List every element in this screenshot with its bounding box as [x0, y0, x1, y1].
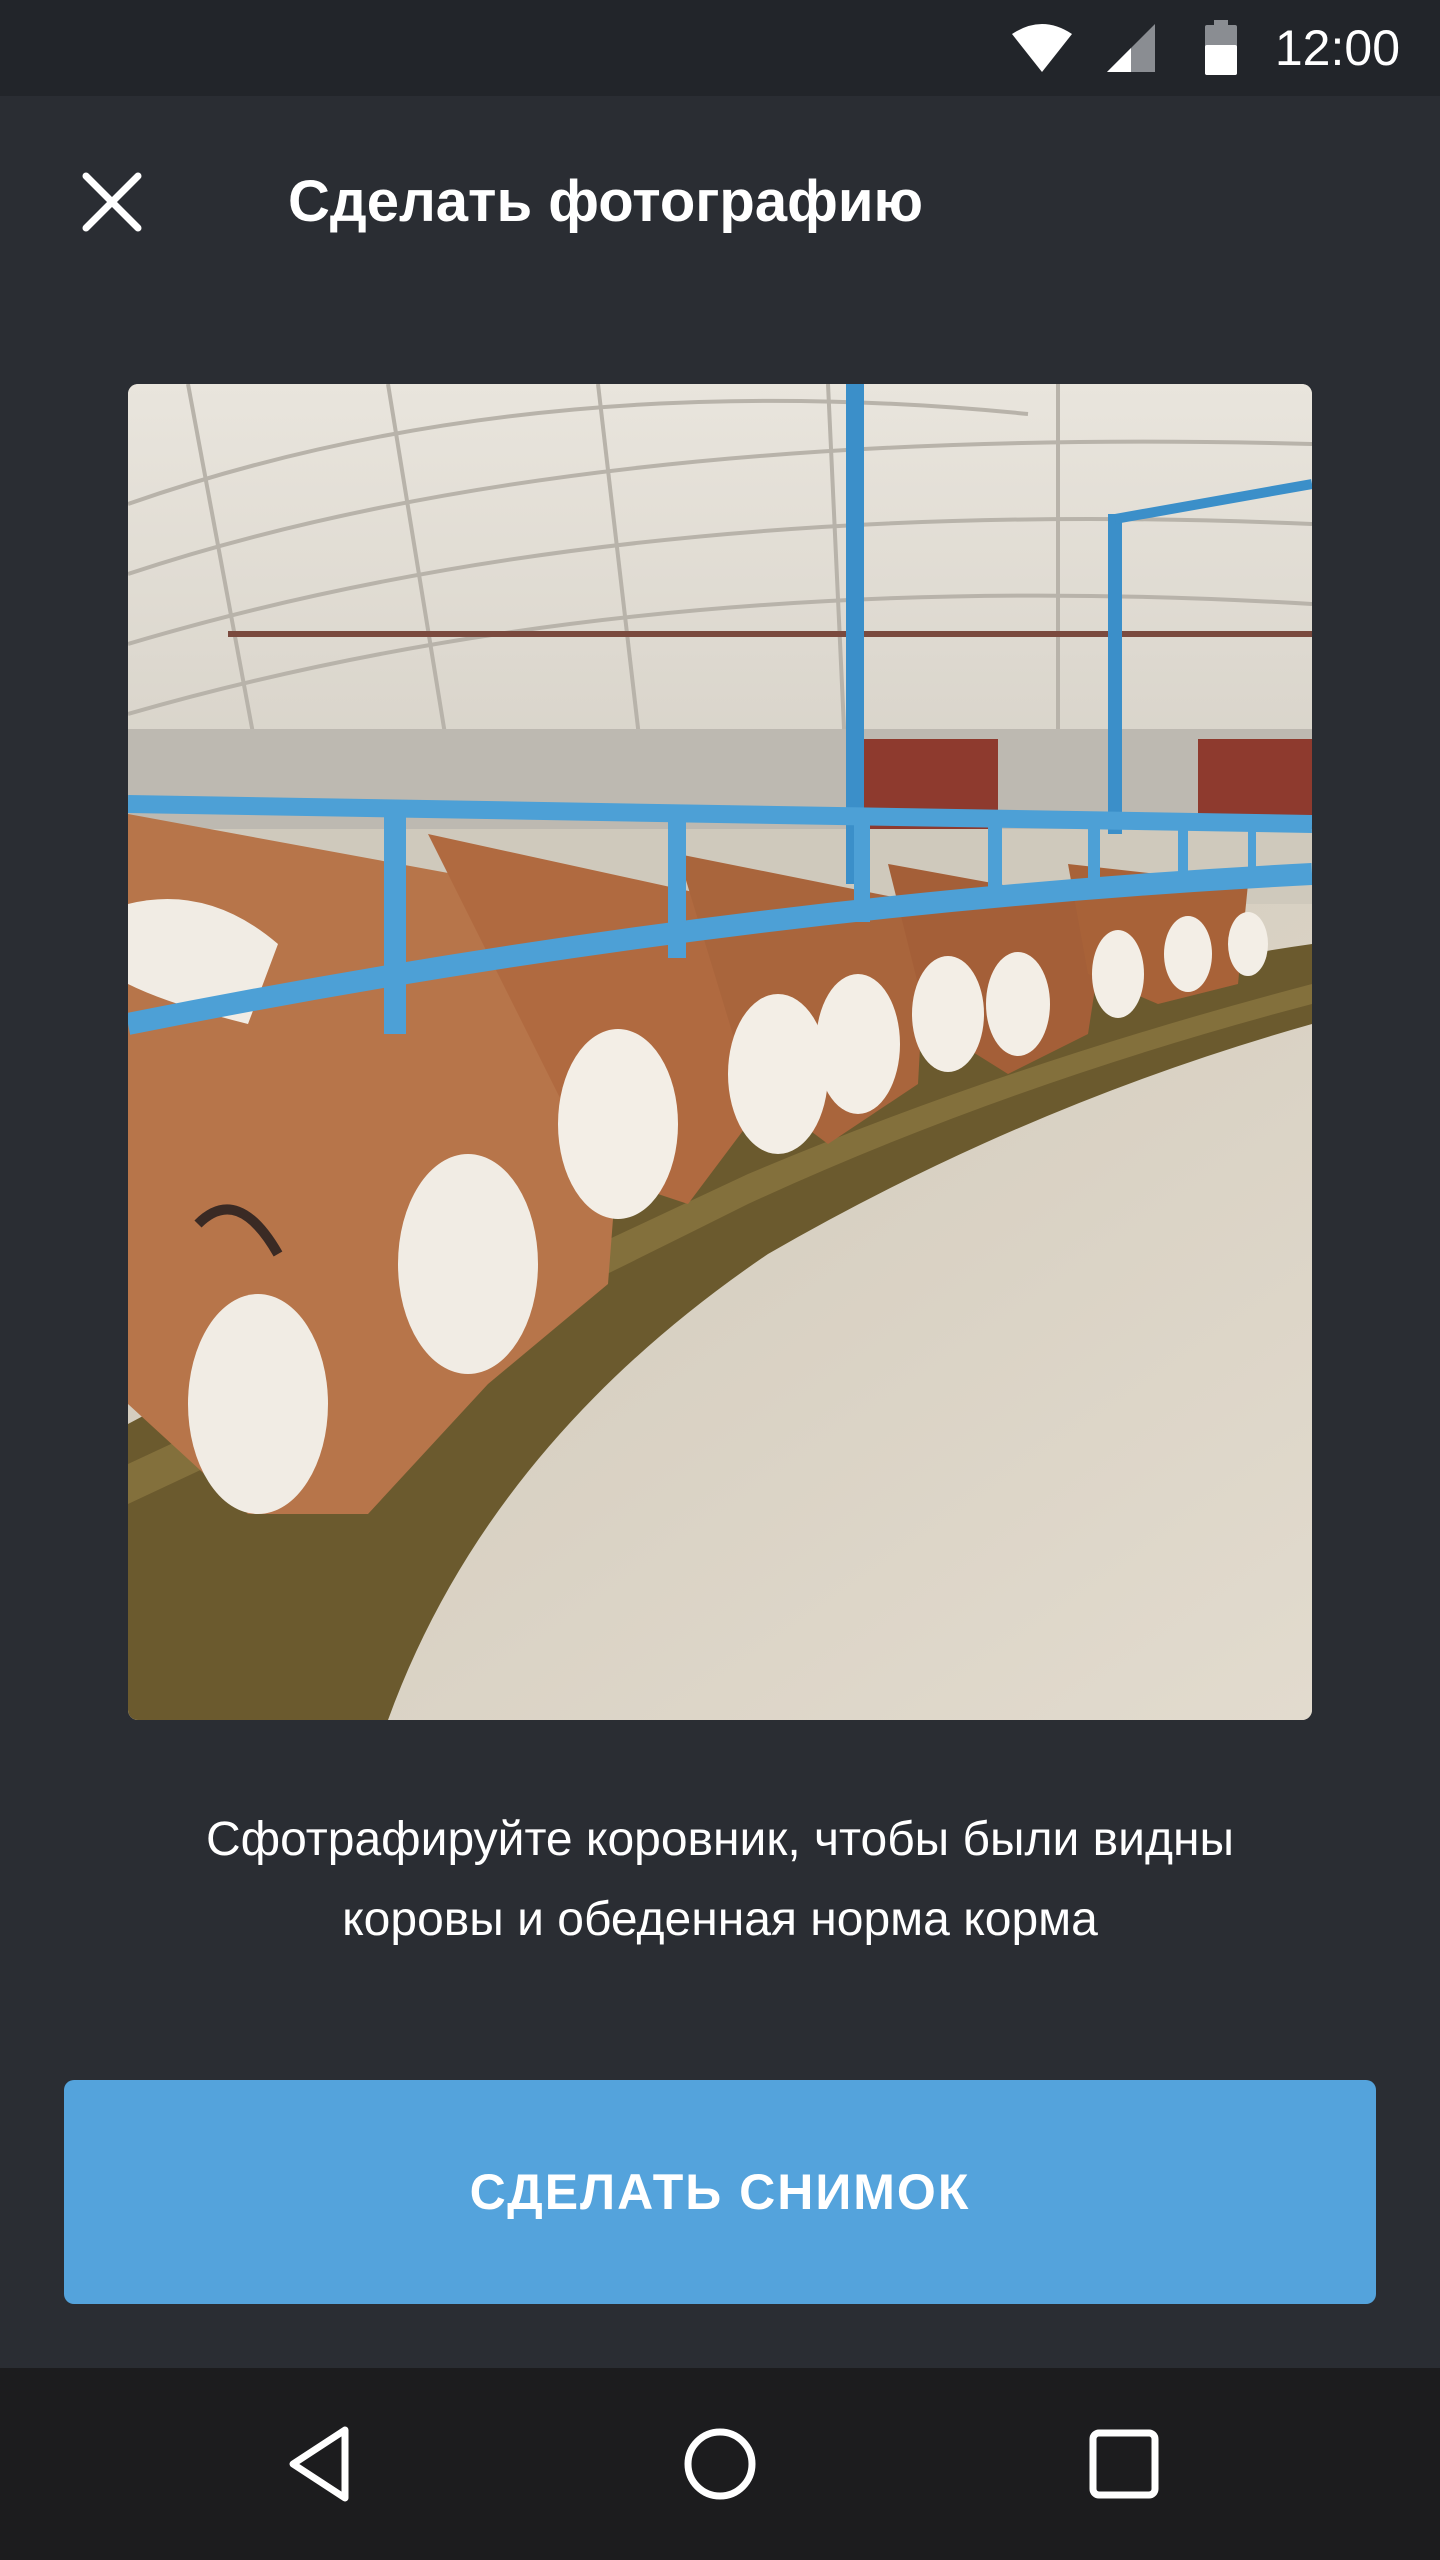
take-photo-button-label: СДЕЛАТЬ СНИМОК [469, 2164, 971, 2220]
instruction-line-1: Сфотрафируйте коровник, чтобы были видны [206, 1813, 1234, 1866]
battery-icon [1205, 20, 1237, 75]
back-button[interactable] [260, 2404, 380, 2524]
screen: 12:00 Сделать фотографию Сфотрафируйте к… [0, 0, 1440, 2560]
recents-button[interactable] [1064, 2404, 1184, 2524]
example-photo [128, 384, 1312, 1720]
take-photo-button[interactable]: СДЕЛАТЬ СНИМОК [64, 2080, 1376, 2304]
page-title: Сделать фотографию [288, 169, 924, 234]
close-button[interactable] [56, 146, 168, 258]
back-icon [289, 2426, 349, 2502]
cell-signal-icon [1107, 24, 1155, 72]
recents-icon [1089, 2429, 1159, 2499]
home-button[interactable] [660, 2404, 780, 2524]
status-time: 12:00 [1274, 20, 1400, 76]
wifi-icon [1012, 24, 1072, 72]
cowshed-example-photo [128, 384, 1312, 1720]
instruction-line-2: коровы и обеденная норма корма [342, 1893, 1098, 1946]
toolbar: Сделать фотографию [0, 96, 1440, 320]
close-icon [82, 172, 142, 232]
navigation-bar [0, 2368, 1440, 2560]
home-icon [684, 2428, 756, 2500]
status-bar: 12:00 [0, 0, 1440, 96]
instruction-text: Сфотрафируйте коровник, чтобы были видны… [100, 1800, 1340, 1960]
